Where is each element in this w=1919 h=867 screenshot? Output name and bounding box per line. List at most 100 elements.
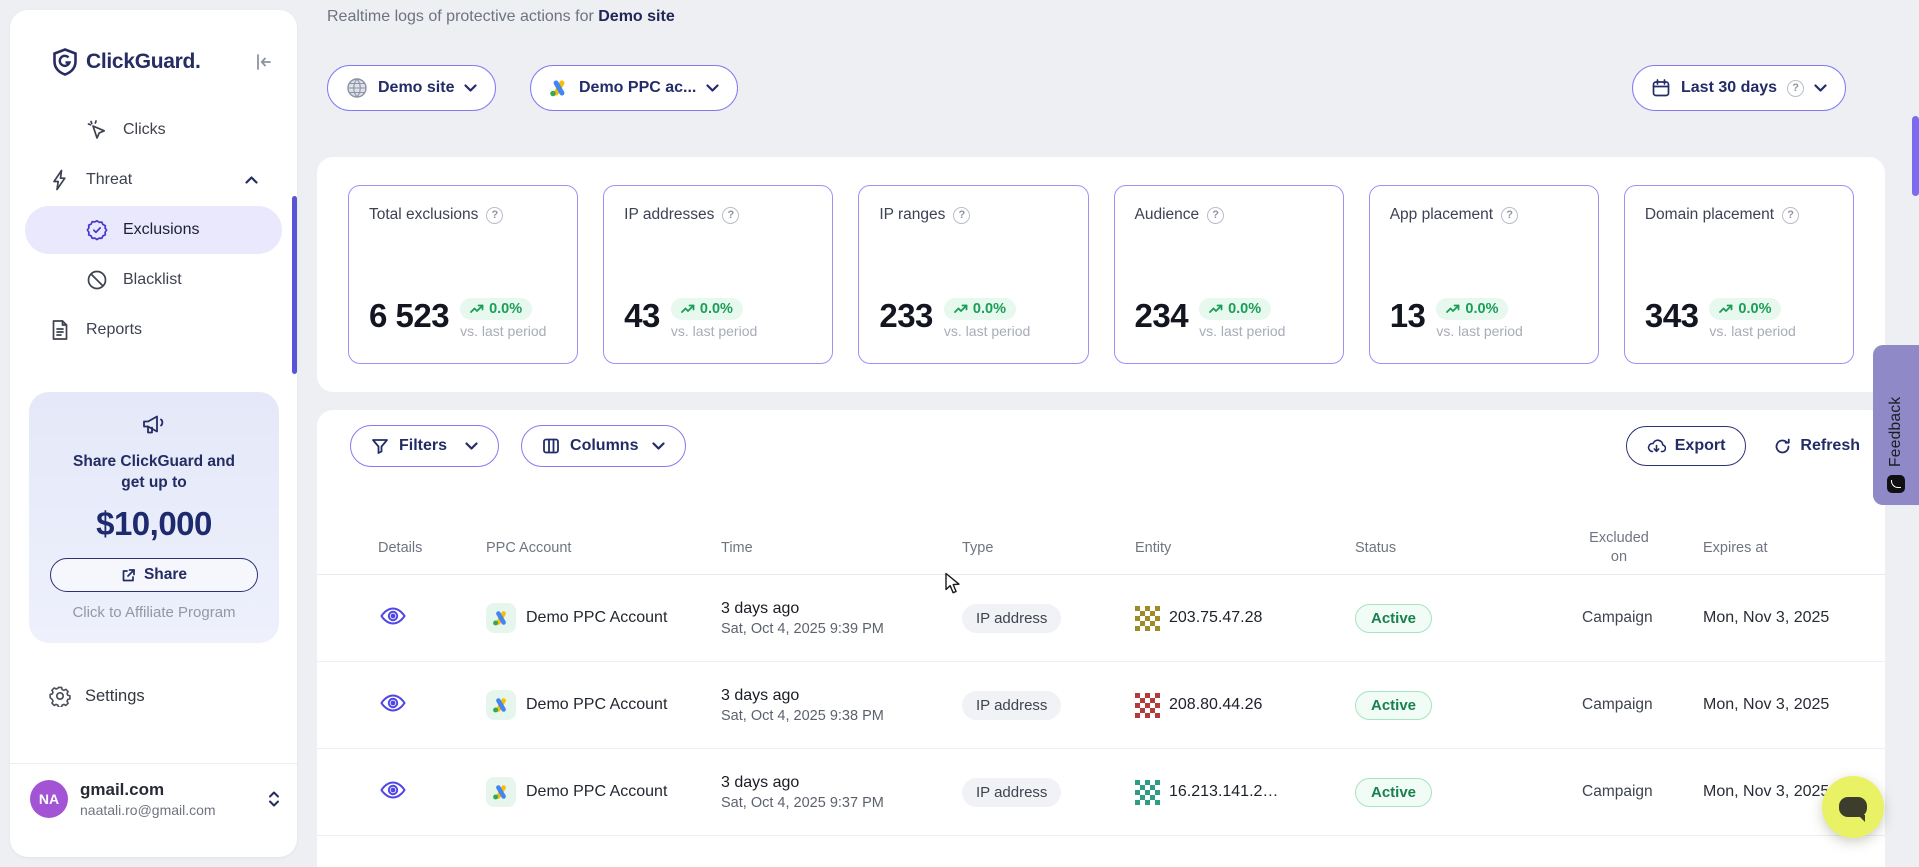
help-icon[interactable]: ?	[486, 207, 503, 224]
promo-line1: Share ClickGuard and	[29, 451, 279, 472]
feedback-label: Feedback	[1887, 363, 1905, 467]
help-icon[interactable]: ?	[953, 207, 970, 224]
stat-label: Audience	[1135, 206, 1200, 224]
page-subtitle: Realtime logs of protective actions for …	[327, 8, 675, 26]
user-name: gmail.com	[80, 780, 216, 800]
sidebar-item-clicks[interactable]: Clicks	[25, 106, 282, 154]
trend-up-icon	[954, 304, 968, 314]
stat-compare: vs. last period	[1709, 323, 1795, 339]
google-ads-icon	[549, 78, 569, 98]
stat-value: 43	[624, 298, 660, 334]
stat-value: 343	[1645, 298, 1699, 334]
share-button[interactable]: Share	[50, 558, 258, 592]
time-absolute: Sat, Oct 4, 2025 9:38 PM	[721, 708, 962, 724]
stat-change: 0.0%	[1738, 301, 1771, 317]
stat-value: 13	[1390, 298, 1426, 334]
date-range-dropdown[interactable]: Last 30 days ?	[1632, 65, 1846, 111]
stat-card-ip-addresses: IP addresses? 43 0.0% vs. last period	[603, 185, 833, 364]
refresh-icon	[1774, 438, 1791, 455]
stat-card-ip-ranges: IP ranges? 233 0.0% vs. last period	[858, 185, 1088, 364]
share-button-label: Share	[144, 566, 187, 584]
col-header-ppc-account: PPC Account	[486, 540, 721, 556]
user-email: naatali.ro@gmail.com	[80, 802, 216, 818]
view-details-button[interactable]	[380, 780, 406, 800]
ban-icon	[86, 269, 108, 291]
site-selector-dropdown[interactable]: Demo site	[327, 65, 496, 111]
affiliate-link-text[interactable]: Click to Affiliate Program	[29, 604, 279, 621]
page-scrollbar-thumb[interactable]	[1912, 116, 1919, 196]
ppc-account-value: Demo PPC ac...	[579, 79, 696, 97]
col-header-excluded-on: Excluded on	[1582, 529, 1656, 567]
megaphone-icon	[140, 412, 168, 438]
clickguard-logo: ClickGuard.	[52, 48, 201, 76]
table-row: Demo PPC Account 3 days agoSat, Oct 4, 2…	[317, 749, 1885, 836]
help-icon[interactable]: ?	[722, 207, 739, 224]
stat-compare: vs. last period	[944, 323, 1030, 339]
date-range-value: Last 30 days	[1681, 79, 1777, 97]
ppc-account-dropdown[interactable]: Demo PPC ac...	[530, 65, 738, 111]
user-account[interactable]: NA gmail.com naatali.ro@gmail.com	[30, 780, 281, 818]
view-details-button[interactable]	[380, 693, 406, 713]
refresh-button[interactable]: Refresh	[1774, 437, 1860, 455]
view-details-button[interactable]	[380, 606, 406, 626]
collapse-sidebar-icon[interactable]	[255, 53, 273, 71]
logs-panel: Filters Columns Export Refresh Details P…	[317, 410, 1885, 867]
affiliate-promo-card[interactable]: Share ClickGuard and get up to $10,000 S…	[29, 392, 279, 643]
sidebar-scrollbar-thumb[interactable]	[292, 196, 297, 374]
col-header-entity: Entity	[1135, 540, 1355, 556]
columns-dropdown[interactable]: Columns	[521, 425, 686, 467]
sidebar-item-threat[interactable]: Threat	[25, 156, 282, 204]
google-ads-icon	[486, 603, 516, 633]
calendar-icon	[1651, 78, 1671, 98]
table-row: 3 days ago	[317, 836, 1885, 867]
filters-label: Filters	[399, 437, 447, 455]
stat-card-app-placement: App placement? 13 0.0% vs. last period	[1369, 185, 1599, 364]
export-button[interactable]: Export	[1626, 426, 1747, 466]
sidebar-item-exclusions[interactable]: Exclusions	[25, 206, 282, 254]
feedback-tab[interactable]: Feedback	[1873, 345, 1919, 505]
cursor-click-icon	[86, 119, 108, 141]
chevron-down-icon	[706, 84, 719, 92]
help-icon[interactable]: ?	[1501, 207, 1518, 224]
sidebar-item-settings[interactable]: Settings	[49, 685, 145, 707]
trend-up-icon	[1209, 304, 1223, 314]
entity-value: 203.75.47.28	[1169, 609, 1262, 627]
export-label: Export	[1675, 437, 1726, 455]
feedback-chat-icon	[1887, 475, 1905, 493]
excluded-on-value: Campaign	[1582, 783, 1703, 801]
chat-launcher-button[interactable]	[1822, 776, 1884, 838]
trend-up-icon	[681, 304, 695, 314]
time-relative: 3 days ago	[721, 687, 962, 705]
stat-card-domain-placement: Domain placement? 343 0.0% vs. last peri…	[1624, 185, 1854, 364]
columns-icon	[542, 437, 560, 455]
sidebar-nav: Clicks Threat Exclusions Blacklist	[10, 106, 297, 354]
filters-dropdown[interactable]: Filters	[350, 425, 499, 467]
chevron-updown-icon	[267, 790, 281, 808]
logo-text: ClickGuard.	[86, 50, 201, 74]
trend-up-icon	[1446, 304, 1460, 314]
type-badge: IP address	[962, 778, 1061, 807]
gear-icon	[49, 685, 71, 707]
stat-value: 6 523	[369, 298, 449, 334]
external-link-icon	[121, 568, 136, 583]
sidebar-item-blacklist[interactable]: Blacklist	[25, 256, 282, 304]
help-icon[interactable]: ?	[1782, 207, 1799, 224]
col-header-type: Type	[962, 540, 1135, 556]
time-relative: 3 days ago	[721, 774, 962, 792]
ip-identicon	[1135, 693, 1160, 718]
eye-icon	[380, 780, 406, 800]
google-ads-icon	[486, 777, 516, 807]
stat-change: 0.0%	[973, 301, 1006, 317]
cloud-download-icon	[1647, 438, 1666, 454]
sidebar-item-reports[interactable]: Reports	[25, 306, 282, 354]
sidebar-item-label: Threat	[86, 171, 132, 189]
stat-value: 234	[1135, 298, 1189, 334]
site-selector-value: Demo site	[378, 79, 454, 97]
trend-up-icon	[470, 304, 484, 314]
excluded-on-value: Campaign	[1582, 696, 1703, 714]
stat-label: App placement	[1390, 206, 1493, 224]
subtitle-text: Realtime logs of protective actions for	[327, 8, 594, 25]
shield-logo-icon	[52, 48, 78, 76]
help-icon[interactable]: ?	[1207, 207, 1224, 224]
col-header-status: Status	[1355, 540, 1582, 556]
